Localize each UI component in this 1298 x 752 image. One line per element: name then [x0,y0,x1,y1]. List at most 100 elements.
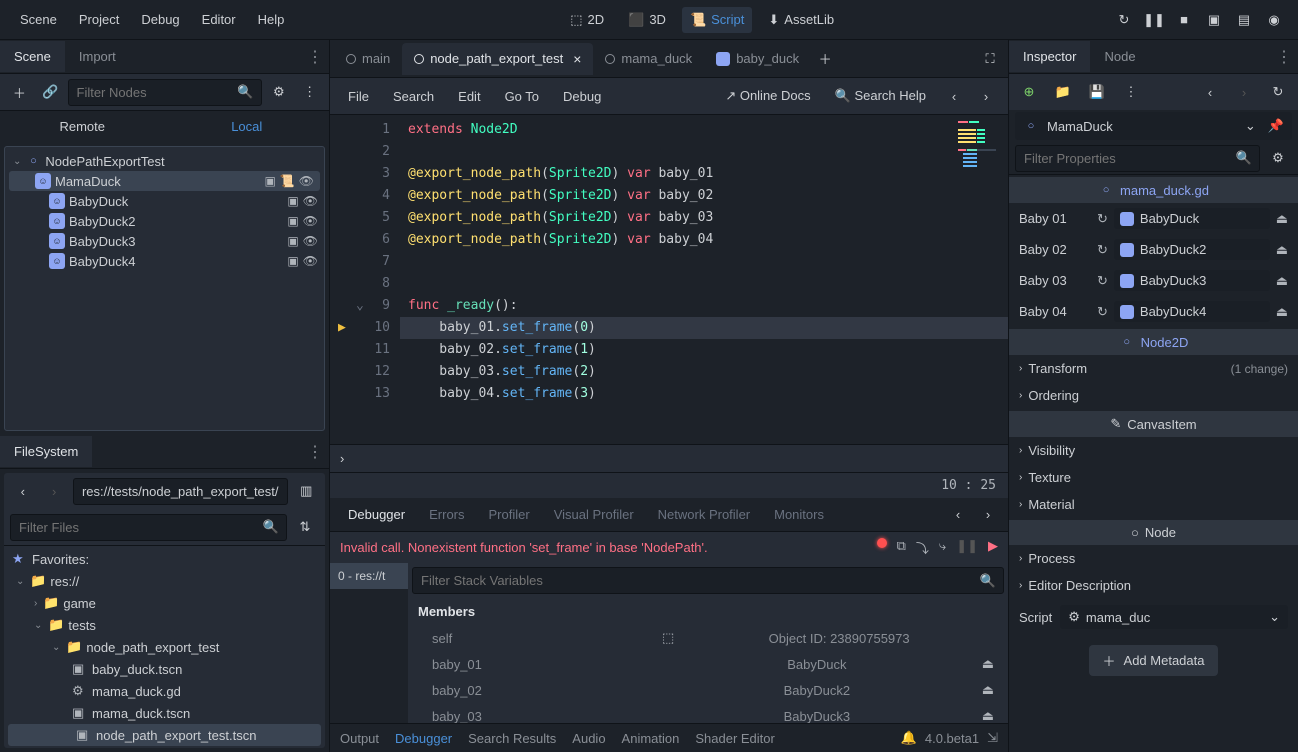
continue-icon[interactable]: ▶ [988,538,998,557]
bell-icon[interactable]: 🔔 [901,730,917,746]
member-row[interactable]: baby_02 BabyDuck2 ⏏ [408,677,1008,703]
stack-frame-0[interactable]: 0 - res://t [330,563,408,589]
expand-handle[interactable]: › [330,444,1008,472]
bottom-shader[interactable]: Shader Editor [695,731,775,746]
play-custom-icon[interactable]: ▤ [1230,6,1258,34]
save-resource-icon[interactable]: 💾 [1083,78,1111,106]
script-tab-active[interactable]: node_path_export_test× [402,43,593,75]
inspector-node-select[interactable]: ○ MamaDuck ⌄ 📌 [1015,112,1292,140]
group-ordering[interactable]: ›Ordering [1009,382,1298,409]
mode-3d[interactable]: ⬛ 3D [620,7,674,33]
assign-icon[interactable]: ⏏ [1276,273,1288,289]
tree-node[interactable]: ☺ MamaDuck ▣📜👁 [9,171,320,191]
tree-node[interactable]: ☺ BabyDuck3 ▣👁 [5,231,324,251]
step-over-icon[interactable]: ⤵ [916,538,929,557]
tree-node[interactable]: ☺ BabyDuck ▣👁 [5,191,324,211]
tab-scene[interactable]: Scene [0,41,65,72]
filter-settings-icon[interactable]: ⚙ [1264,144,1292,172]
script-prop-value[interactable]: ⚙mama_duc⌄ [1060,605,1288,629]
file-menu[interactable]: File [338,84,379,109]
filter-files-input[interactable] [10,514,287,541]
goto-menu[interactable]: Go To [495,84,549,109]
step-in-icon[interactable]: ⤷ [939,538,946,557]
pin-icon[interactable]: 📌 [1268,118,1284,134]
fs-dir-npet[interactable]: ⌄📁node_path_export_test [4,636,325,658]
prop-value[interactable]: BabyDuck [1114,208,1270,229]
fs-file[interactable]: ⚙ mama_duck.gd [4,680,325,702]
scene-icon[interactable]: ▣ [287,194,298,208]
tab-inspector[interactable]: Inspector [1009,41,1090,72]
assign-icon[interactable]: ⏏ [982,682,994,698]
fs-favorites[interactable]: ★Favorites: [4,548,325,570]
search-menu[interactable]: Search [383,84,444,109]
group-texture[interactable]: ›Texture [1009,464,1298,491]
filter-nodes-input[interactable] [68,79,262,106]
scene-tab-options-icon[interactable]: ⋮ [307,47,323,67]
mode-script[interactable]: 📜 Script [682,7,752,33]
tab-node[interactable]: Node [1090,41,1149,72]
menu-project[interactable]: Project [69,6,129,33]
bottom-animation[interactable]: Animation [622,731,680,746]
search-help-link[interactable]: 🔍 Search Help [825,83,936,109]
pause-debug-icon[interactable]: ❚❚ [956,538,978,557]
prop-value[interactable]: BabyDuck2 [1114,239,1270,260]
debug-tab-vprofiler[interactable]: Visual Profiler [542,498,646,531]
copy-icon[interactable]: ⧉ [897,538,906,557]
bottom-audio[interactable]: Audio [572,731,605,746]
scene-more-icon[interactable]: ⋮ [296,78,323,106]
scene-icon[interactable]: ▣ [287,254,298,268]
load-resource-icon[interactable]: 📁 [1049,78,1077,106]
script-fwd-icon[interactable]: › [972,82,1000,110]
bottom-output[interactable]: Output [340,731,379,746]
history-icon[interactable]: ↻ [1264,78,1292,106]
fs-split-icon[interactable]: ▥ [294,477,319,505]
scene-icon[interactable]: ▣ [264,174,275,188]
record-icon[interactable] [877,538,887,548]
stop-icon[interactable]: ■ [1170,6,1198,34]
play-project-icon[interactable]: ↻ [1110,6,1138,34]
group-transform[interactable]: ›Transform(1 change) [1009,355,1298,382]
group-editor-desc[interactable]: ›Editor Description [1009,572,1298,599]
fs-back-icon[interactable]: ‹ [10,477,35,505]
debug-tab-debugger[interactable]: Debugger [336,498,417,531]
fs-root[interactable]: ⌄📁res:// [4,570,325,592]
section-script[interactable]: ○mama_duck.gd [1009,177,1298,203]
script-tab-baby[interactable]: baby_duck [704,43,811,74]
assign-icon[interactable]: ⏏ [1276,304,1288,320]
mode-assetlib[interactable]: ⬇ AssetLib [760,7,842,33]
prop-value[interactable]: BabyDuck4 [1114,301,1270,322]
debug-prev-icon[interactable]: ‹ [944,501,972,529]
insp-more-icon[interactable]: ⋮ [1117,78,1145,106]
scene-tool-icon[interactable]: ⚙ [266,78,293,106]
reset-icon[interactable]: ↻ [1097,304,1108,320]
debug-tab-errors[interactable]: Errors [417,498,476,531]
filter-stack-input[interactable] [412,567,1004,594]
distraction-free-icon[interactable]: ⛶ [976,45,1004,73]
tree-node[interactable]: ☺ BabyDuck2 ▣👁 [5,211,324,231]
code-editor[interactable]: 12345678⌄9▶10111213 extends Node2D@expor… [330,115,1008,444]
add-metadata-button[interactable]: ＋Add Metadata [1089,645,1219,676]
debug-tab-profiler[interactable]: Profiler [477,498,542,531]
fs-file[interactable]: ▣ node_path_export_test.tscn [8,724,321,746]
add-tab-icon[interactable]: ＋ [811,45,839,73]
group-material[interactable]: ›Material [1009,491,1298,518]
section-canvasitem[interactable]: ✎ CanvasItem [1009,411,1298,437]
layout-icon[interactable]: ⇲ [987,730,998,746]
tab-import[interactable]: Import [65,41,130,72]
script-tab-mama[interactable]: mama_duck [593,43,704,74]
section-node2d[interactable]: ○Node2D [1009,329,1298,355]
group-process[interactable]: ›Process [1009,545,1298,572]
mode-2d[interactable]: ⬚ 2D [562,7,612,33]
minimap[interactable] [958,121,998,169]
menu-scene[interactable]: Scene [10,6,67,33]
prop-value[interactable]: BabyDuck3 [1114,270,1270,291]
debug-tab-monitors[interactable]: Monitors [762,498,836,531]
assign-icon[interactable]: ⏏ [1276,242,1288,258]
pause-icon[interactable]: ❚❚ [1140,6,1168,34]
debug-menu[interactable]: Debug [553,84,611,109]
fs-path[interactable]: res://tests/node_path_export_test/ [73,478,288,505]
fs-dir-tests[interactable]: ⌄📁tests [4,614,325,636]
scene-icon[interactable]: ▣ [287,234,298,248]
menu-debug[interactable]: Debug [131,6,189,33]
online-docs-link[interactable]: ↗ Online Docs [715,83,820,109]
